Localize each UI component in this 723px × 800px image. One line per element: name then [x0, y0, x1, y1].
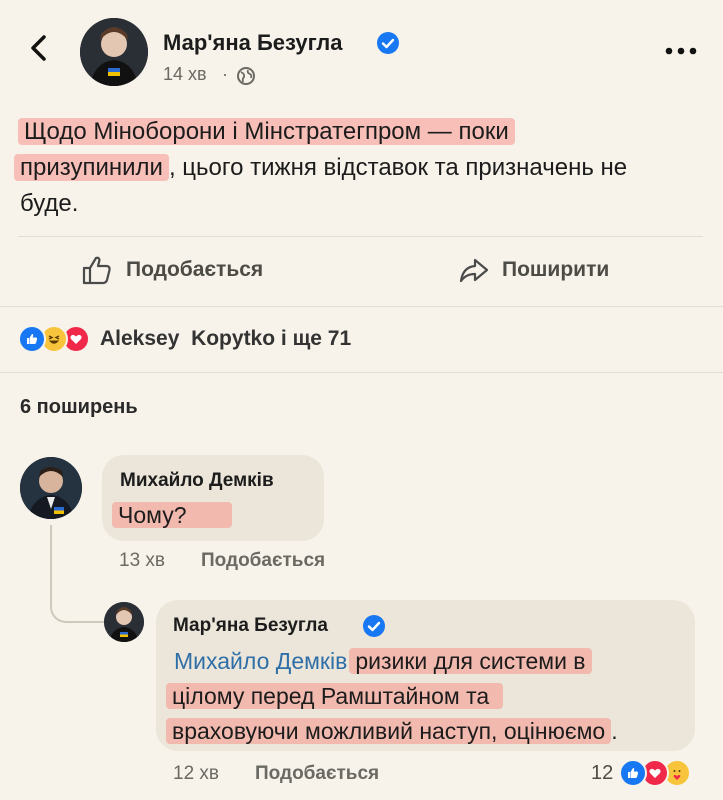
- highlighted-text: Щодо Міноборони і Мінстратегпром — поки: [18, 118, 515, 145]
- reply-thread-line: [50, 525, 104, 623]
- highlighted-text: цілому перед Рамштайном та: [166, 683, 504, 709]
- verified-badge-icon: [363, 615, 385, 637]
- comment-like-button[interactable]: Подобається: [201, 550, 325, 572]
- share-button-label: Поширити: [502, 258, 610, 281]
- highlighted-text: Чому?: [112, 502, 233, 528]
- reply-text-end: .: [611, 718, 618, 744]
- reply-like-button[interactable]: Подобається: [255, 763, 379, 785]
- comment-timestamp[interactable]: 13 хв: [119, 550, 165, 572]
- like-reaction-icon: [619, 759, 648, 787]
- reply-timestamp[interactable]: 12 хв: [173, 763, 219, 785]
- post-text: Щодо Міноборони і Мінстратегпром — поки …: [14, 114, 714, 222]
- highlighted-text: ризики для системи в: [349, 648, 592, 674]
- share-icon: [459, 258, 489, 283]
- chevron-left-icon: [31, 35, 46, 61]
- back-button[interactable]: [22, 28, 58, 68]
- mention-link[interactable]: Михайло Демків: [174, 648, 347, 674]
- globe-icon: [236, 66, 256, 86]
- verified-badge-icon: [377, 32, 399, 54]
- divider: [18, 236, 703, 237]
- post-text-continuation: , цього тижня відставок та призначень не: [168, 154, 628, 181]
- reply-author-avatar[interactable]: [104, 602, 144, 642]
- shares-count[interactable]: 6 поширень: [20, 396, 138, 419]
- meta-separator: ·: [222, 64, 228, 84]
- reply-reactions[interactable]: 12: [591, 758, 692, 788]
- divider: [0, 306, 723, 307]
- more-options-icon[interactable]: [664, 44, 698, 56]
- commenter-avatar[interactable]: [20, 457, 82, 519]
- reply-author-name[interactable]: Мар'яна Безугла: [173, 615, 328, 637]
- comment-text: Чому?: [112, 500, 233, 530]
- divider: [0, 372, 723, 373]
- reactions-summary[interactable]: Aleksey Kopytko і ще 71: [18, 323, 351, 355]
- highlighted-text: призупинили: [14, 154, 169, 181]
- like-button[interactable]: Подобається: [80, 252, 263, 288]
- highlighted-text: враховуючи можливий наступ, оцінюємо: [166, 718, 612, 744]
- thumbs-up-icon: [82, 256, 111, 285]
- share-button[interactable]: Поширити: [458, 252, 609, 288]
- post-author-name[interactable]: Мар'яна Безугла: [163, 30, 342, 56]
- like-reaction-icon: [18, 325, 46, 353]
- post-text-end: буде.: [20, 190, 79, 217]
- reply-reaction-count: 12: [591, 761, 614, 784]
- like-button-label: Подобається: [126, 258, 264, 281]
- post-timestamp[interactable]: 14 хв: [163, 64, 207, 85]
- author-avatar[interactable]: [80, 18, 148, 86]
- reactions-summary-text: Aleksey Kopytko і ще 71: [100, 327, 352, 350]
- reply-text: Михайло Демків ризики для системи в цілом…: [166, 644, 686, 749]
- comment-author-name[interactable]: Михайло Демків: [120, 470, 274, 492]
